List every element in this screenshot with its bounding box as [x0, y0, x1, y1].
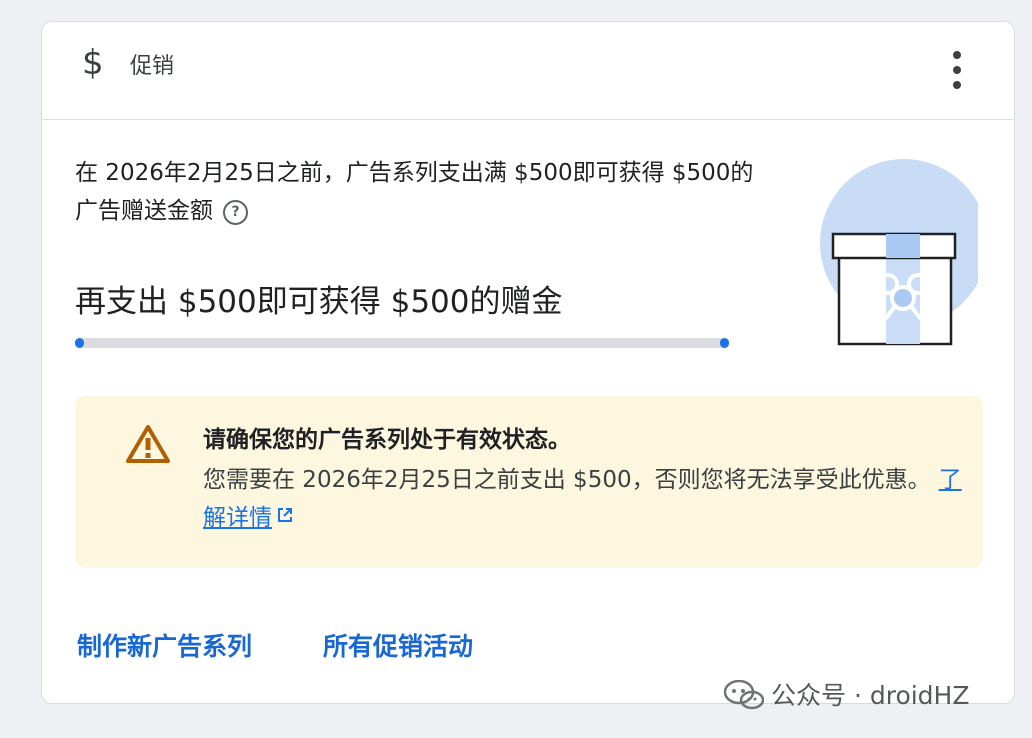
promotion-description: 在 2026年2月25日之前，广告系列支出满 $500即可获得 $500的广告赠…	[75, 160, 754, 224]
wechat-icon	[724, 680, 764, 710]
promotion-description-block: 在 2026年2月25日之前，广告系列支出满 $500即可获得 $500的广告赠…	[75, 154, 765, 230]
more-vertical-icon[interactable]	[950, 51, 964, 89]
promotion-card: $ 促销 在 2026年2月25日之前，广告系列支出满 $500即可获得 $50…	[41, 21, 1015, 704]
gift-box-illustration	[820, 159, 978, 346]
warning-notice: 请确保您的广告系列处于有效状态。 您需要在 2026年2月25日之前支出 $50…	[75, 396, 983, 568]
dollar-icon: $	[82, 43, 104, 83]
notice-title: 请确保您的广告系列处于有效状态。	[203, 427, 571, 453]
spend-progress-bar	[75, 338, 729, 348]
progress-end-marker	[720, 338, 729, 348]
warning-triangle-icon	[126, 425, 170, 463]
all-promotions-link[interactable]: 所有促销活动	[323, 632, 473, 662]
external-link-icon[interactable]	[276, 506, 294, 524]
progress-fill	[75, 338, 84, 348]
watermark-text: 公众号 · droidHZ	[771, 681, 970, 710]
progress-label: 再支出 $500即可获得 $500的赠金	[75, 284, 563, 320]
notice-body: 您需要在 2026年2月25日之前支出 $500，否则您将无法享受此优惠。 了解详…	[203, 461, 963, 537]
notice-body-text: 您需要在 2026年2月25日之前支出 $500，否则您将无法享受此优惠。	[203, 467, 931, 493]
wechat-watermark: 公众号 · droidHZ	[724, 670, 1014, 725]
help-icon[interactable]: ?	[223, 200, 248, 225]
card-header: $ 促销	[42, 22, 1014, 120]
create-campaign-link[interactable]: 制作新广告系列	[77, 632, 252, 662]
card-title: 促销	[130, 54, 175, 79]
